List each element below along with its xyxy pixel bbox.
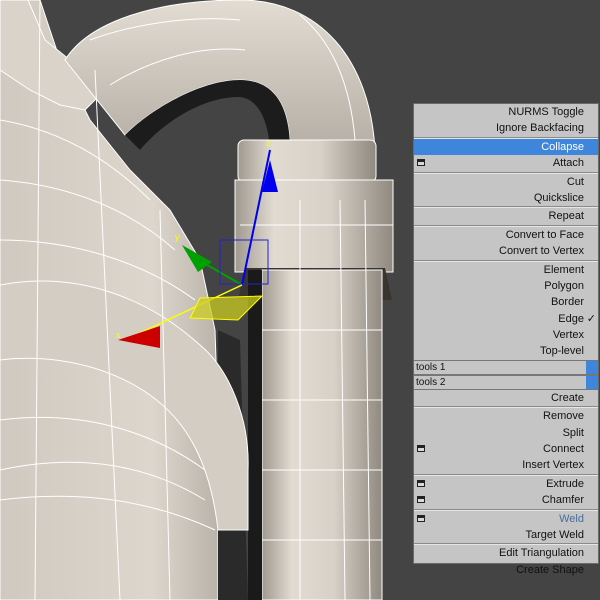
menu-item-label: Insert Vertex [522,459,584,472]
menu-item-edge[interactable]: Edge ✓ [414,311,598,327]
options-box-icon[interactable] [417,496,425,504]
menu-item-repeat[interactable]: Repeat [414,208,598,224]
menu-item-label: Top-level [539,345,584,358]
menu-item-label: Chamfer [541,494,584,507]
checkmark-icon: ✓ [586,312,596,325]
menu-item-nurms-toggle[interactable]: NURMS Toggle [414,104,598,120]
menu-item-polygon[interactable]: Polygon [414,278,598,294]
menu-item-label: NURMS Toggle [508,106,584,118]
menu-item-target-weld[interactable]: Target Weld [414,527,598,543]
quad-header-tools-1[interactable]: tools 1 [414,359,598,375]
mesh-pipe-vertical [261,269,383,600]
menu-item-label: Attach [552,157,584,170]
menu-item-weld[interactable]: Weld [414,511,598,527]
menu-item-label: Quickslice [533,191,584,204]
mesh-pipe-collar-top [237,139,377,183]
menu-item-quickslice[interactable]: Quickslice [414,190,598,206]
quad-header-label: tools 1 [416,361,446,373]
menu-item-insert-vertex[interactable]: Insert Vertex [414,457,598,473]
options-box-icon[interactable] [417,479,425,487]
menu-item-label: Target Weld [525,528,585,541]
menu-item-connect[interactable]: Connect [414,441,598,457]
gizmo-x-label: x [116,330,121,340]
quad-menu: NURMS Toggle Ignore Backfacing Collapse Att… [413,103,599,576]
quad-header-label: tools 2 [416,376,446,388]
menu-item-label: Border [550,296,584,309]
menu-item-element[interactable]: Element [414,262,598,278]
quad-header-accent [586,360,598,374]
gizmo-y-label: y [175,232,180,242]
menu-item-label: Edit Triangulation [499,547,584,560]
menu-item-label: Polygon [544,279,584,292]
menu-item-top-level[interactable]: Top-level [414,343,598,359]
menu-item-label: Convert to Face [505,228,584,241]
menu-item-chamfer[interactable]: Chamfer [414,492,598,508]
menu-item-convert-to-face[interactable]: Convert to Face [414,227,598,243]
menu-item-create-shape[interactable]: Create Shape [414,562,598,578]
menu-item-label: Element [543,263,584,276]
menu-item-label: Create Shape [516,563,584,576]
menu-item-vertex[interactable]: Vertex [414,327,598,343]
menu-item-ignore-backfacing[interactable]: Ignore Backfacing [414,120,598,136]
quad-header-tools-2[interactable]: tools 2 [414,374,598,390]
menu-item-label: Cut [566,175,584,188]
menu-item-label: Vertex [552,329,584,342]
menu-item-label: Convert to Vertex [499,245,584,258]
mesh-pipe-collar [234,179,394,273]
menu-item-split[interactable]: Split [414,425,598,441]
menu-item-label: Remove [543,410,584,423]
mesh-pipe-shadow [248,270,262,600]
menu-item-label: Collapse [541,140,584,153]
quad-header-accent [586,375,598,389]
menu-item-border[interactable]: Border [414,294,598,310]
options-box-icon[interactable] [417,445,425,453]
menu-item-label: Repeat [548,210,584,223]
menu-item-label: Ignore Backfacing [495,122,584,135]
menu-item-label: Create [550,391,584,404]
options-box-icon[interactable] [417,514,425,522]
menu-item-edit-triangulation[interactable]: Edit Triangulation [414,545,598,561]
gizmo-z-label: z [266,138,271,148]
menu-item-label: Edge [558,312,584,325]
menu-item-label: Connect [543,443,584,456]
menu-item-remove[interactable]: Remove [414,408,598,424]
menu-item-collapse[interactable]: Collapse [414,138,598,156]
menu-item-convert-to-vertex[interactable]: Convert to Vertex [414,243,598,259]
menu-item-label: Weld [559,512,584,525]
menu-item-attach[interactable]: Attach [414,155,598,171]
menu-item-extrude[interactable]: Extrude [414,476,598,492]
options-box-icon[interactable] [417,159,425,167]
menu-item-label: Extrude [546,477,584,490]
menu-item-create[interactable]: Create [414,390,598,406]
menu-item-label: Split [562,426,584,439]
menu-item-cut[interactable]: Cut [414,174,598,190]
